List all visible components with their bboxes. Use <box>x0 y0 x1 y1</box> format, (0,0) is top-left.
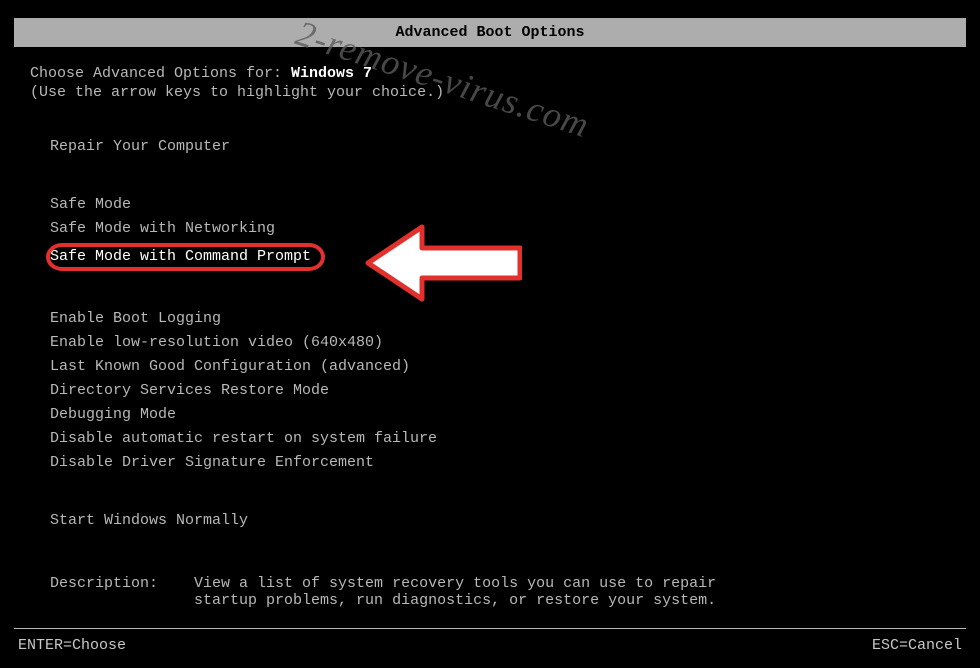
title-bar: Advanced Boot Options <box>14 18 966 47</box>
menu-item-debugging[interactable]: Debugging Mode <box>50 403 950 427</box>
description-text: View a list of system recovery tools you… <box>194 575 716 609</box>
bottom-bar: ENTER=Choose ESC=Cancel <box>14 628 966 654</box>
menu-item-safe-mode-networking[interactable]: Safe Mode with Networking <box>50 217 950 241</box>
title-text: Advanced Boot Options <box>395 24 584 41</box>
enter-hint: ENTER=Choose <box>18 637 126 654</box>
menu-item-safe-mode[interactable]: Safe Mode <box>50 193 950 217</box>
advanced-group: Enable Boot Logging Enable low-resolutio… <box>50 307 950 475</box>
menu-item-label: Safe Mode with Command Prompt <box>50 248 311 265</box>
repair-group: Repair Your Computer <box>50 135 950 159</box>
os-name: Windows 7 <box>291 65 372 82</box>
description-label: Description: <box>50 575 194 609</box>
hint-text: (Use the arrow keys to highlight your ch… <box>30 84 950 101</box>
menu-item-safe-mode-cmd[interactable]: Safe Mode with Command Prompt <box>50 241 950 273</box>
menu-item-start-normally[interactable]: Start Windows Normally <box>50 509 950 533</box>
menu-item-last-known[interactable]: Last Known Good Configuration (advanced) <box>50 355 950 379</box>
start-normal-group: Start Windows Normally <box>50 509 950 533</box>
description-block: Description: View a list of system recov… <box>50 575 950 609</box>
menu-item-ds-restore[interactable]: Directory Services Restore Mode <box>50 379 950 403</box>
menu-item-low-res[interactable]: Enable low-resolution video (640x480) <box>50 331 950 355</box>
choose-label: Choose Advanced Options for: <box>30 65 291 82</box>
menu-item-disable-restart[interactable]: Disable automatic restart on system fail… <box>50 427 950 451</box>
selected-highlight: Safe Mode with Command Prompt <box>46 243 325 271</box>
menu-item-repair[interactable]: Repair Your Computer <box>50 135 950 159</box>
boot-menu-content: Choose Advanced Options for: Windows 7 (… <box>0 47 980 609</box>
menu-item-boot-logging[interactable]: Enable Boot Logging <box>50 307 950 331</box>
choose-line: Choose Advanced Options for: Windows 7 <box>30 65 950 82</box>
menu-item-disable-driver-sig[interactable]: Disable Driver Signature Enforcement <box>50 451 950 475</box>
esc-hint: ESC=Cancel <box>872 637 962 654</box>
safe-mode-group: Safe Mode Safe Mode with Networking Safe… <box>50 193 950 273</box>
